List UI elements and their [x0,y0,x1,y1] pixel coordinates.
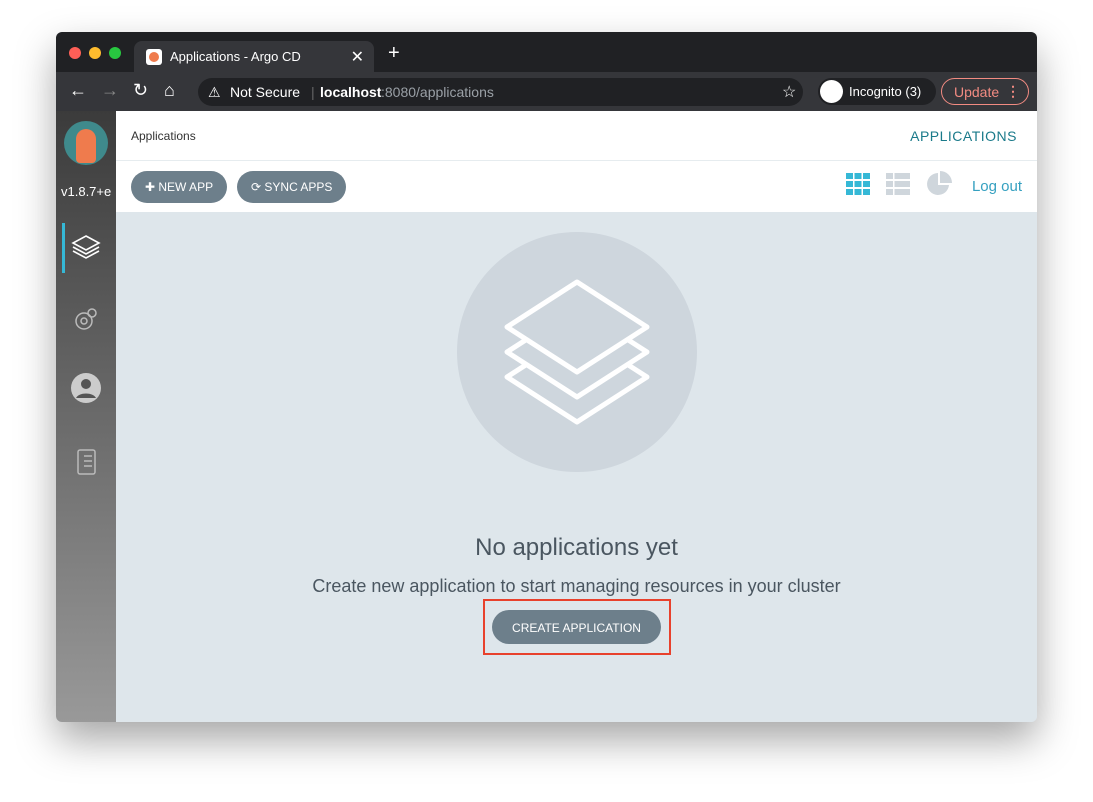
docs-nav-icon[interactable] [70,446,102,478]
empty-title: No applications yet [475,534,678,561]
more-icon[interactable]: ⋮ [1006,83,1020,100]
address-bar[interactable]: ⚠ Not Secure | localhost :8080/applicati… [198,78,803,106]
minimize-window-button[interactable] [89,47,101,59]
layers-icon [504,279,650,425]
new-tab-icon[interactable]: + [388,42,400,65]
page-title: APPLICATIONS [910,128,1017,144]
breadcrumb: Applications [131,129,196,143]
logout-link[interactable]: Log out [972,178,1022,195]
close-tab-icon[interactable]: ✕ [351,47,364,67]
sidebar: v1.8.7+e [56,111,116,722]
browser-window: Applications - Argo CD ✕ + ← → ↻ ⌂ ⚠ Not… [56,32,1037,722]
argo-favicon-icon [146,49,162,65]
empty-illustration [457,232,697,472]
url-path: :8080/applications [381,84,494,100]
page-header: Applications APPLICATIONS [116,111,1037,161]
close-window-button[interactable] [69,47,81,59]
tab-bar: Applications - Argo CD ✕ + [56,32,1037,72]
new-app-button[interactable]: ✚ NEW APP [131,171,228,203]
warning-icon: ⚠ [208,84,221,100]
browser-toolbar: ← → ↻ ⌂ ⚠ Not Secure | localhost :8080/a… [56,72,1037,111]
update-label: Update [954,84,1000,100]
content: Applications APPLICATIONS ✚ NEW APP ⟳ SY… [116,111,1037,722]
active-indicator [62,223,65,273]
incognito-button[interactable]: Incognito (3) [818,78,936,105]
update-button[interactable]: Update ⋮ [941,78,1029,105]
tab-title: Applications - Argo CD [170,49,301,64]
back-icon[interactable]: ← [69,80,87,101]
empty-state: No applications yet Create new applicati… [116,212,1037,722]
sync-apps-button[interactable]: ⟳ SYNC APPS [237,171,347,203]
incognito-icon [820,80,843,103]
applications-nav-icon[interactable] [70,232,102,264]
summary-view-icon[interactable] [926,171,952,197]
argo-logo [64,121,108,165]
tiles-view-icon[interactable] [846,173,870,195]
reload-icon[interactable]: ↻ [133,80,148,101]
sync-icon: ⟳ [251,180,265,194]
list-view-icon[interactable] [886,173,910,195]
settings-nav-icon[interactable] [70,304,102,336]
plus-icon: ✚ [145,180,159,194]
url-host: localhost [320,84,382,100]
user-info-nav-icon[interactable] [70,372,102,404]
sync-apps-label: SYNC APPS [264,180,333,194]
incognito-label: Incognito (3) [849,84,922,99]
browser-tab[interactable]: Applications - Argo CD ✕ [134,41,374,72]
home-icon[interactable]: ⌂ [164,80,175,101]
bookmark-star-icon[interactable]: ☆ [782,82,796,102]
page-toolbar: ✚ NEW APP ⟳ SYNC APPS Log out [116,161,1037,212]
new-app-label: NEW APP [158,180,214,194]
create-application-button[interactable]: CREATE APPLICATION [492,610,661,644]
maximize-window-button[interactable] [109,47,121,59]
forward-icon[interactable]: → [101,80,119,101]
version-label: v1.8.7+e [61,184,112,199]
security-label[interactable]: Not Secure [230,84,300,100]
empty-subtitle: Create new application to start managing… [312,576,841,596]
